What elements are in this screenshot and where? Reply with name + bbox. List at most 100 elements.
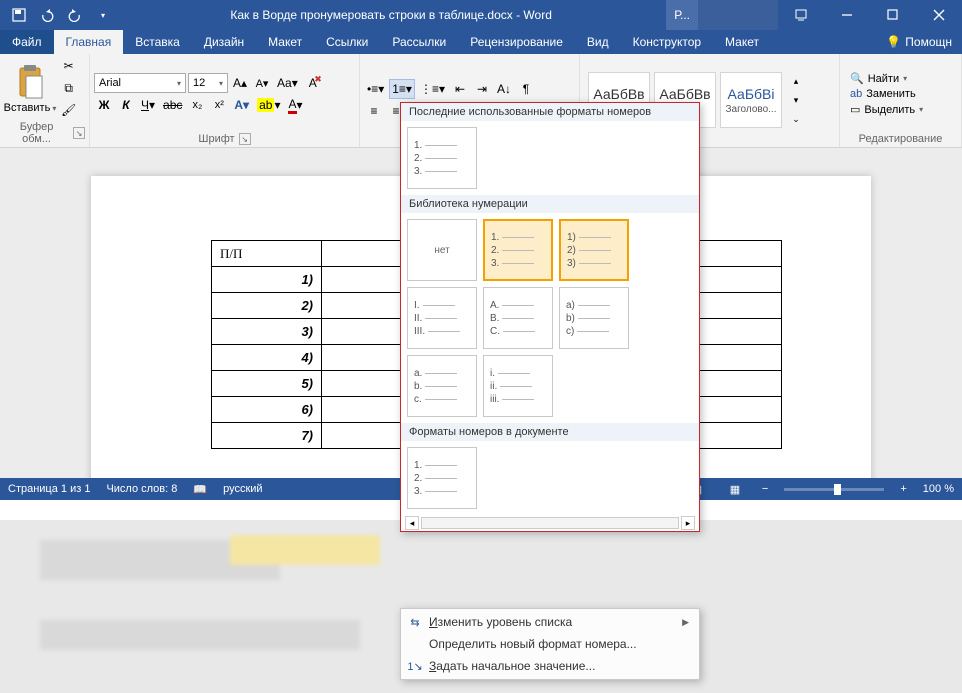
font-group-label: Шрифт (198, 133, 234, 145)
show-marks-button[interactable]: ¶ (516, 79, 536, 99)
numbering-option-upper-roman[interactable]: I. II. III. (407, 287, 477, 349)
underline-button[interactable]: Ч▾ (138, 95, 158, 115)
scroll-right-icon[interactable]: ▸ (681, 516, 695, 530)
paste-button[interactable]: Вставить▾ (4, 62, 56, 114)
bulb-icon: 💡 (886, 35, 901, 49)
menu-set-start-value[interactable]: 1↘ Задать начальное значение... (401, 655, 699, 677)
status-words[interactable]: Число слов: 8 (106, 483, 177, 495)
clipboard-dialog-launcher[interactable]: ↘ (73, 127, 85, 139)
numbering-button[interactable]: 1≡▾ (389, 79, 415, 99)
change-case-button[interactable]: Aa▾ (274, 73, 301, 93)
font-dialog-launcher[interactable]: ↘ (239, 133, 251, 145)
status-page[interactable]: Страница 1 из 1 (8, 483, 90, 495)
tell-me[interactable]: 💡Помощн (876, 30, 962, 54)
zoom-slider[interactable] (784, 488, 884, 491)
editing-group-label: Редактирование (859, 133, 943, 145)
format-painter-button[interactable]: 🖌 (58, 100, 79, 120)
font-name-combo[interactable]: Arial▾ (94, 73, 186, 93)
tab-file[interactable]: Файл (0, 30, 54, 54)
document-title: Как в Ворде пронумеровать строки в табли… (116, 8, 666, 22)
qat-customize[interactable]: ▾ (90, 3, 116, 27)
tab-design[interactable]: Дизайн (192, 30, 256, 54)
sort-button[interactable]: A↓ (494, 79, 514, 99)
bullets-button[interactable]: •≡▾ (364, 79, 387, 99)
numbering-option-lower-roman[interactable]: i. ii. iii. (483, 355, 553, 417)
status-proofing-icon[interactable]: 📖 (193, 483, 207, 496)
numbering-option-decimal-dot-recent[interactable]: 1. 2. 3. (407, 127, 477, 189)
quick-access-toolbar: ▾ (0, 3, 116, 27)
tab-mailings[interactable]: Рассылки (380, 30, 458, 54)
tab-table-layout[interactable]: Макет (713, 30, 771, 54)
zoom-out-button[interactable]: − (762, 483, 768, 495)
gallery-recent-header: Последние использованные форматы номеров (401, 103, 699, 121)
find-button[interactable]: 🔍Найти▾ (848, 71, 925, 86)
numbering-option-lower-alpha-dot[interactable]: a. b. c. (407, 355, 477, 417)
strikethrough-button[interactable]: abc (160, 95, 185, 115)
title-bar: ▾ Как в Ворде пронумеровать строки в таб… (0, 0, 962, 30)
tab-home[interactable]: Главная (54, 30, 124, 54)
increase-indent-button[interactable]: ⇥ (472, 79, 492, 99)
clipboard-group-label: Буфер обм... (4, 121, 69, 145)
replace-button[interactable]: abЗаменить (848, 87, 925, 101)
ribbon-display-options[interactable] (778, 0, 824, 30)
close-button[interactable] (916, 0, 962, 30)
copy-button[interactable]: ⧉ (58, 78, 79, 98)
maximize-button[interactable] (870, 0, 916, 30)
save-button[interactable] (6, 3, 32, 27)
styles-scroll-up[interactable]: ▴ (786, 72, 806, 90)
align-left-button[interactable]: ≡ (364, 101, 384, 121)
font-color-button[interactable]: A▾ (285, 95, 305, 115)
tab-references[interactable]: Ссылки (314, 30, 380, 54)
highlight-button[interactable]: ab▾ (254, 95, 283, 115)
clear-formatting-button[interactable]: A✖ (303, 73, 323, 93)
select-icon: ▭ (850, 103, 860, 116)
select-button[interactable]: ▭Выделить▾ (848, 102, 925, 117)
menu-change-list-level[interactable]: ⇆ Изменить уровень списка ▶ (401, 611, 699, 633)
numbering-option-none[interactable]: нет (407, 219, 477, 281)
styles-expand[interactable]: ⌄ (786, 110, 806, 128)
font-size-combo[interactable]: 12▾ (188, 73, 228, 93)
superscript-button[interactable]: x² (209, 95, 229, 115)
grow-font-button[interactable]: A▴ (230, 73, 250, 93)
chevron-right-icon: ▶ (682, 617, 689, 628)
zoom-in-button[interactable]: + (900, 483, 906, 495)
tab-view[interactable]: Вид (575, 30, 621, 54)
scroll-left-icon[interactable]: ◂ (405, 516, 419, 530)
text-effects-button[interactable]: A▾ (231, 95, 252, 115)
styles-scroll-down[interactable]: ▾ (786, 91, 806, 109)
zoom-level[interactable]: 100 % (923, 483, 954, 495)
gallery-doc-header: Форматы номеров в документе (401, 423, 699, 441)
menu-define-new-format[interactable]: Определить новый формат номера... (401, 633, 699, 655)
ribbon-tabs: Файл Главная Вставка Дизайн Макет Ссылки… (0, 30, 962, 54)
search-icon: 🔍 (850, 72, 864, 85)
numbering-gallery: Последние использованные форматы номеров… (400, 102, 700, 532)
style-heading1[interactable]: АаБбВіЗаголово... (720, 72, 782, 128)
tab-review[interactable]: Рецензирование (458, 30, 575, 54)
numbering-option-decimal-paren[interactable]: 1) 2) 3) (559, 219, 629, 281)
tab-layout[interactable]: Макет (256, 30, 314, 54)
numbering-option-decimal-dot[interactable]: 1. 2. 3. (483, 219, 553, 281)
redo-button[interactable] (62, 3, 88, 27)
account-area[interactable] (698, 0, 778, 30)
numbering-option-decimal-dot-doc[interactable]: 1. 2. 3. (407, 447, 477, 509)
bold-button[interactable]: Ж (94, 95, 114, 115)
decrease-indent-button[interactable]: ⇤ (450, 79, 470, 99)
shrink-font-button[interactable]: A▾ (252, 73, 272, 93)
subscript-button[interactable]: x₂ (187, 95, 207, 115)
context-tab-label: Р... (666, 0, 698, 30)
numbering-menu: ⇆ Изменить уровень списка ▶ Определить н… (400, 608, 700, 680)
status-language[interactable]: русский (223, 483, 262, 495)
tab-insert[interactable]: Вставка (123, 30, 192, 54)
minimize-button[interactable] (824, 0, 870, 30)
tab-table-design[interactable]: Конструктор (621, 30, 713, 54)
numbering-option-upper-alpha[interactable]: A. B. C. (483, 287, 553, 349)
cut-button[interactable]: ✂ (58, 56, 79, 76)
web-layout-button[interactable]: ▦ (724, 480, 746, 498)
gallery-library-header: Библиотека нумерации (401, 195, 699, 213)
gallery-scrollbar[interactable]: ◂ ▸ (401, 515, 699, 531)
multilevel-list-button[interactable]: ⋮≡▾ (417, 79, 448, 99)
italic-button[interactable]: К (116, 95, 136, 115)
set-value-icon: 1↘ (407, 660, 423, 673)
numbering-option-lower-alpha-paren[interactable]: a) b) c) (559, 287, 629, 349)
undo-button[interactable] (34, 3, 60, 27)
